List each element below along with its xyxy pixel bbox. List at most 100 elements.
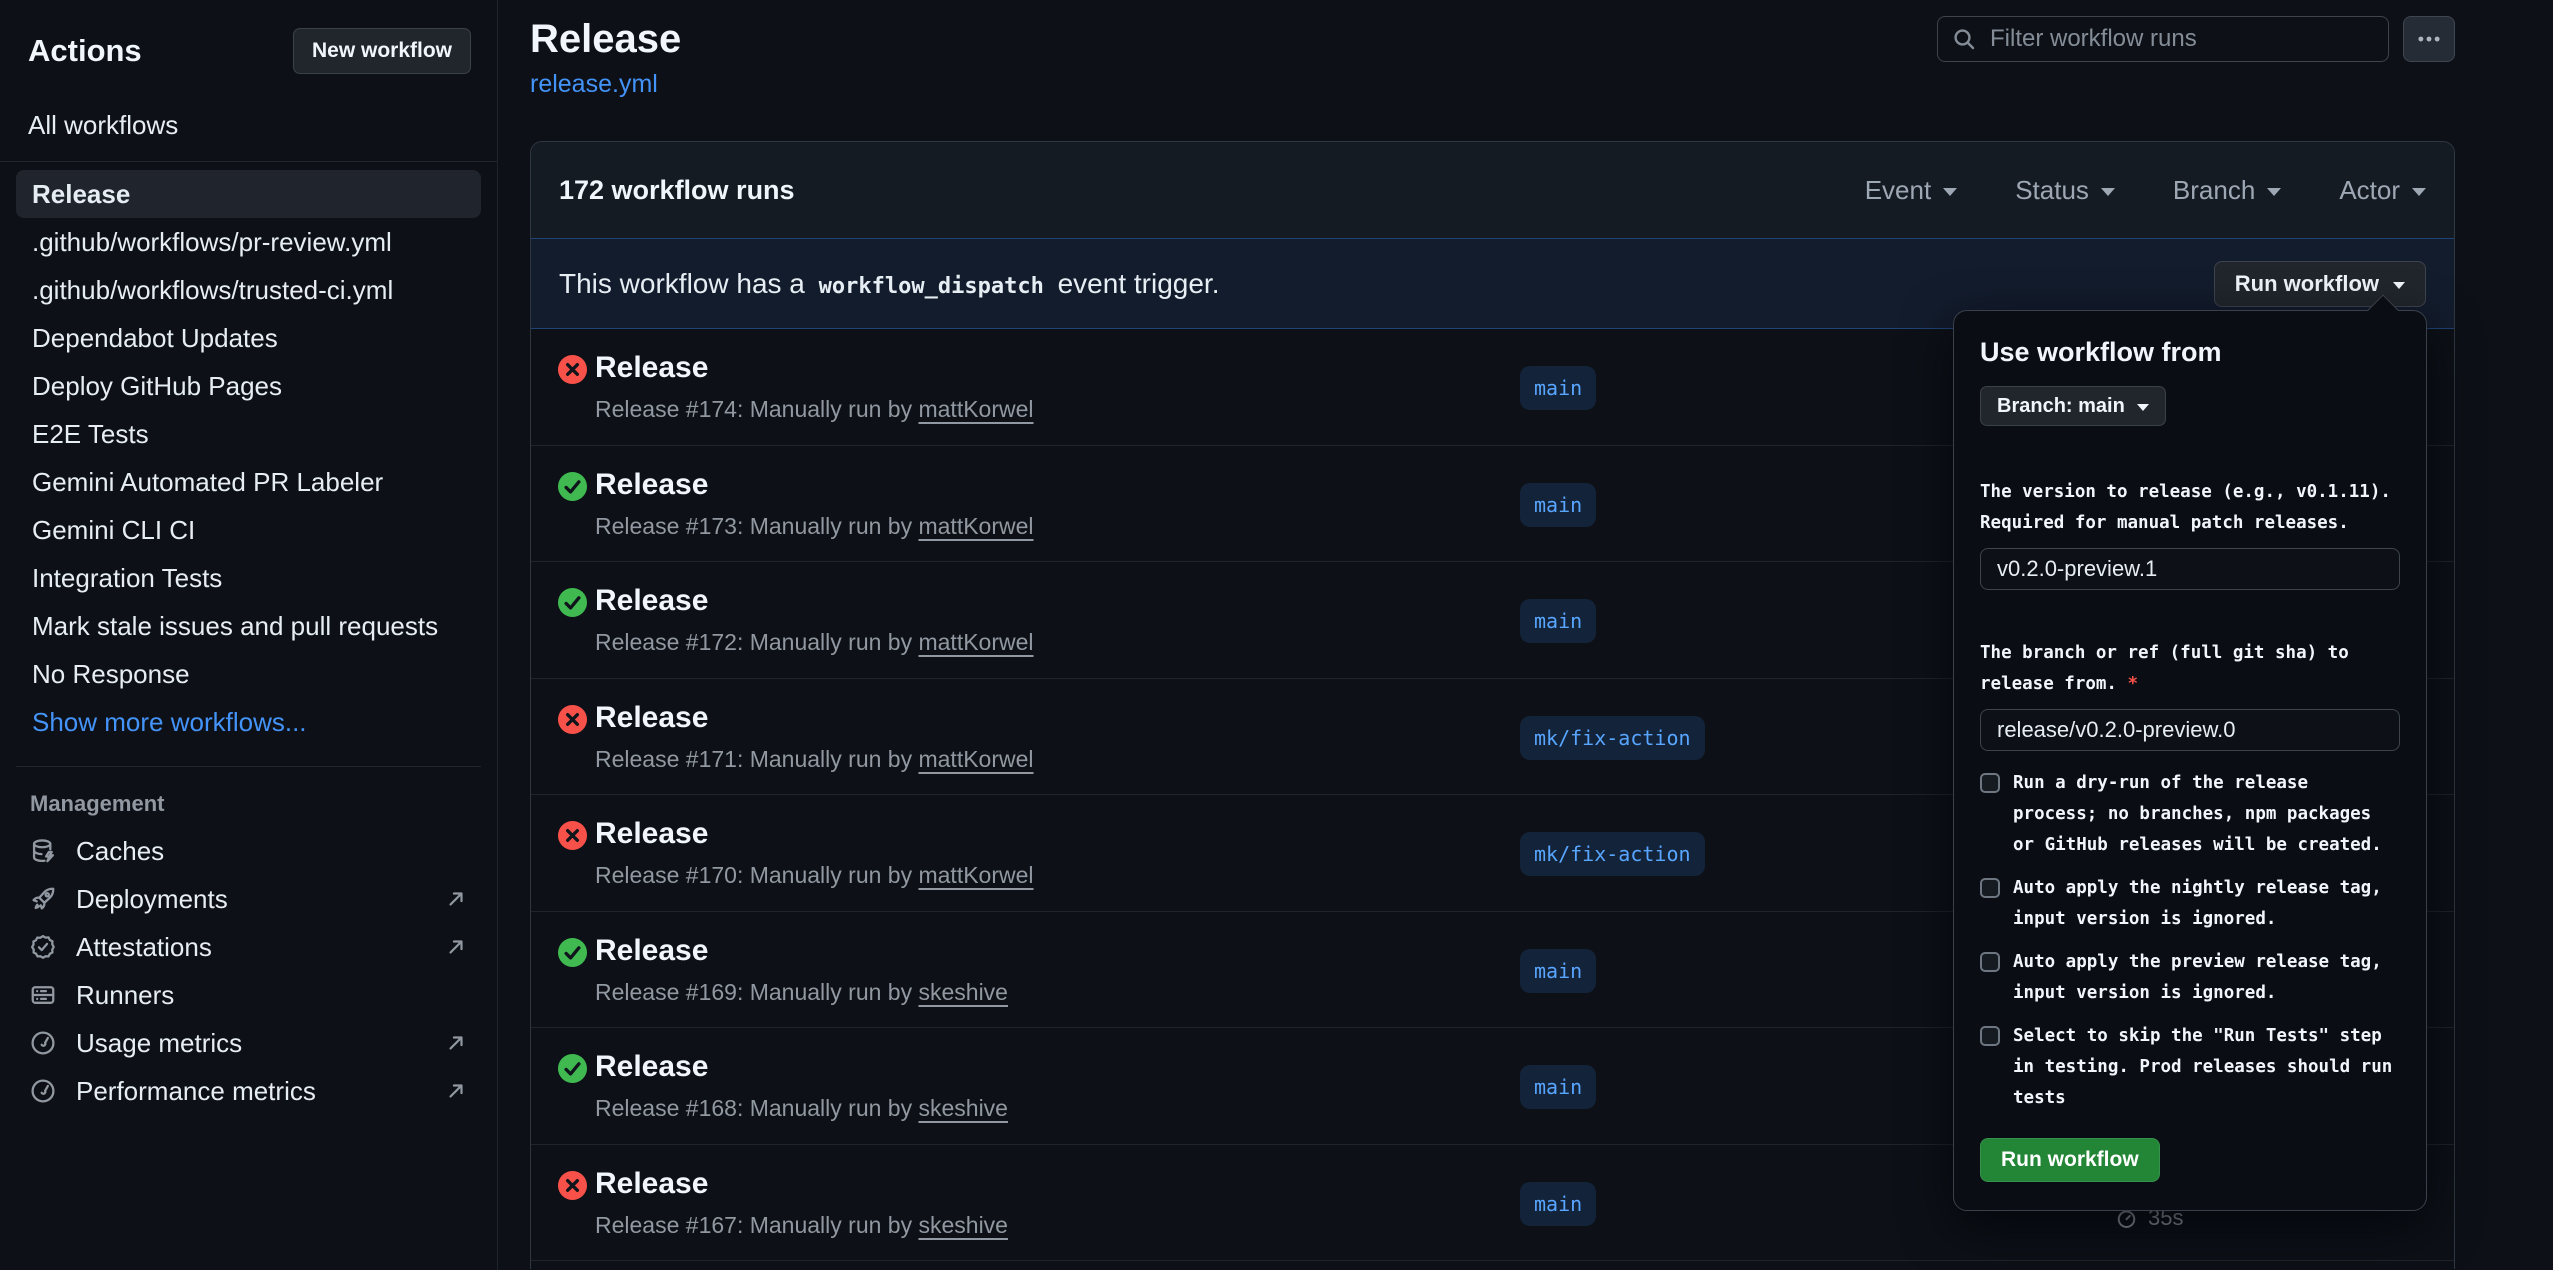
sidebar-item-release[interactable]: Release	[16, 170, 481, 218]
sidebar-item-deployments[interactable]: Deployments	[0, 875, 497, 923]
run-title-link[interactable]: Release	[595, 1050, 708, 1084]
filter-event-dropdown[interactable]: Event	[1865, 175, 1958, 206]
run-subtitle: Release #171: Manually run by mattKorwel	[595, 746, 1034, 773]
sidebar-item-no-response[interactable]: No Response	[16, 650, 481, 698]
chevron-down-icon	[2267, 188, 2281, 196]
external-link-icon	[445, 888, 467, 910]
run-subtitle: Release #172: Manually run by mattKorwel	[595, 629, 1034, 656]
sidebar-item-mark-stale[interactable]: Mark stale issues and pull requests	[16, 602, 481, 650]
new-workflow-button[interactable]: New workflow	[293, 28, 471, 74]
status-success-icon	[557, 937, 588, 968]
skip-tests-checkbox[interactable]	[1980, 1026, 2000, 1046]
management-heading: Management	[0, 791, 497, 817]
sidebar-item-performance-metrics[interactable]: Performance metrics	[0, 1067, 497, 1115]
sidebar-item-gemini-pr-labeler[interactable]: Gemini Automated PR Labeler	[16, 458, 481, 506]
verified-icon	[30, 934, 56, 960]
run-actor-link[interactable]: skeshive	[918, 979, 1007, 1005]
version-input[interactable]	[1980, 548, 2400, 590]
nightly-tag-checkbox[interactable]	[1980, 878, 2000, 898]
show-more-workflows-link[interactable]: Show more workflows...	[0, 698, 497, 746]
run-title-link[interactable]: Release	[595, 934, 708, 968]
status-failure-icon	[557, 704, 588, 735]
popover-heading: Use workflow from	[1980, 337, 2400, 368]
sidebar-item-caches[interactable]: Caches	[0, 827, 497, 875]
chevron-down-icon	[1943, 188, 1957, 196]
branch-badge[interactable]: main	[1520, 1065, 1596, 1109]
sidebar-item-runners[interactable]: Runners	[0, 971, 497, 1019]
run-title-link[interactable]: Release	[595, 468, 708, 502]
run-workflow-dropdown-button[interactable]: Run workflow	[2214, 261, 2426, 307]
run-workflow-submit-button[interactable]: Run workflow	[1980, 1138, 2160, 1182]
preview-tag-checkbox-label: Auto apply the preview release tag, inpu…	[2013, 947, 2382, 1009]
run-subtitle: Release #170: Manually run by mattKorwel	[595, 862, 1034, 889]
run-actor-link[interactable]: mattKorwel	[918, 629, 1033, 655]
run-title-link[interactable]: Release	[595, 817, 708, 851]
run-subtitle: Release #167: Manually run by skeshive	[595, 1212, 1008, 1239]
sidebar-item-usage-metrics[interactable]: Usage metrics	[0, 1019, 497, 1067]
ref-field-description: The branch or ref (full git sha) to rele…	[1980, 607, 2400, 700]
nightly-tag-checkbox-label: Auto apply the nightly release tag, inpu…	[2013, 873, 2382, 935]
branch-badge[interactable]: mk/fix-action	[1520, 716, 1705, 760]
filter-branch-dropdown[interactable]: Branch	[2173, 175, 2281, 206]
dry-run-checkbox[interactable]	[1980, 773, 2000, 793]
banner-text: This workflow has a workflow_dispatch ev…	[559, 268, 1219, 300]
cache-icon	[30, 838, 56, 864]
preview-tag-checkbox[interactable]	[1980, 952, 2000, 972]
sidebar-item-deploy-github-pages[interactable]: Deploy GitHub Pages	[16, 362, 481, 410]
run-subtitle-text: Release #173: Manually run by	[595, 513, 912, 539]
run-actor-link[interactable]: mattKorwel	[918, 862, 1033, 888]
run-subtitle-text: Release #167: Manually run by	[595, 1212, 912, 1238]
workflow-options-kebab-button[interactable]	[2403, 16, 2455, 62]
run-subtitle-text: Release #174: Manually run by	[595, 396, 912, 422]
run-title-link[interactable]: Release	[595, 584, 708, 618]
event-trigger-code: workflow_dispatch	[813, 274, 1050, 299]
sidebar-item-gemini-cli-ci[interactable]: Gemini CLI CI	[16, 506, 481, 554]
sidebar-item-pr-review[interactable]: .github/workflows/pr-review.yml	[16, 218, 481, 266]
filter-workflow-runs-input[interactable]	[1988, 24, 2374, 54]
actions-sidebar: Actions New workflow All workflows Relea…	[0, 0, 498, 1270]
sidebar-item-attestations[interactable]: Attestations	[0, 923, 497, 971]
status-failure-icon	[557, 1170, 588, 1201]
next-run-row-partial	[531, 1261, 2454, 1269]
dry-run-checkbox-label: Run a dry-run of the release process; no…	[2013, 768, 2382, 861]
required-asterisk: *	[2117, 674, 2138, 694]
workflow-file-link[interactable]: release.yml	[530, 70, 658, 99]
run-actor-link[interactable]: skeshive	[918, 1212, 1007, 1238]
chevron-down-icon	[2412, 188, 2426, 196]
run-title-link[interactable]: Release	[595, 351, 708, 385]
ref-input[interactable]	[1980, 709, 2400, 751]
run-actor-link[interactable]: mattKorwel	[918, 396, 1033, 422]
branch-badge[interactable]: main	[1520, 599, 1596, 643]
sidebar-item-integration-tests[interactable]: Integration Tests	[16, 554, 481, 602]
run-subtitle-text: Release #172: Manually run by	[595, 629, 912, 655]
run-actor-link[interactable]: mattKorwel	[918, 513, 1033, 539]
skip-tests-checkbox-label: Select to skip the "Run Tests" step in t…	[2013, 1021, 2392, 1114]
external-link-icon	[445, 1032, 467, 1054]
branch-badge[interactable]: mk/fix-action	[1520, 832, 1705, 876]
status-success-icon	[557, 587, 588, 618]
run-actor-link[interactable]: mattKorwel	[918, 746, 1033, 772]
branch-badge[interactable]: main	[1520, 366, 1596, 410]
chevron-down-icon	[2393, 282, 2405, 289]
sidebar-item-all-workflows[interactable]: All workflows	[0, 110, 497, 141]
external-link-icon	[445, 1080, 467, 1102]
branch-badge[interactable]: main	[1520, 949, 1596, 993]
run-subtitle-text: Release #169: Manually run by	[595, 979, 912, 1005]
workflow-list: Release .github/workflows/pr-review.yml …	[0, 170, 497, 698]
sidebar-item-dependabot-updates[interactable]: Dependabot Updates	[16, 314, 481, 362]
status-success-icon	[557, 1053, 588, 1084]
run-title-link[interactable]: Release	[595, 1167, 708, 1201]
run-count: 172 workflow runs	[559, 175, 795, 206]
branch-badge[interactable]: main	[1520, 1182, 1596, 1226]
run-actor-link[interactable]: skeshive	[918, 1095, 1007, 1121]
run-title-link[interactable]: Release	[595, 701, 708, 735]
filter-workflow-runs-box	[1937, 16, 2389, 62]
sidebar-item-trusted-ci[interactable]: .github/workflows/trusted-ci.yml	[16, 266, 481, 314]
workflow-title: Release	[530, 16, 681, 62]
branch-badge[interactable]: main	[1520, 483, 1596, 527]
filter-status-dropdown[interactable]: Status	[2015, 175, 2115, 206]
sidebar-item-e2e-tests[interactable]: E2E Tests	[16, 410, 481, 458]
filter-actor-dropdown[interactable]: Actor	[2339, 175, 2426, 206]
runs-panel-header: 172 workflow runs Event Status Branch Ac…	[531, 142, 2454, 238]
branch-select-button[interactable]: Branch: main	[1980, 386, 2166, 426]
